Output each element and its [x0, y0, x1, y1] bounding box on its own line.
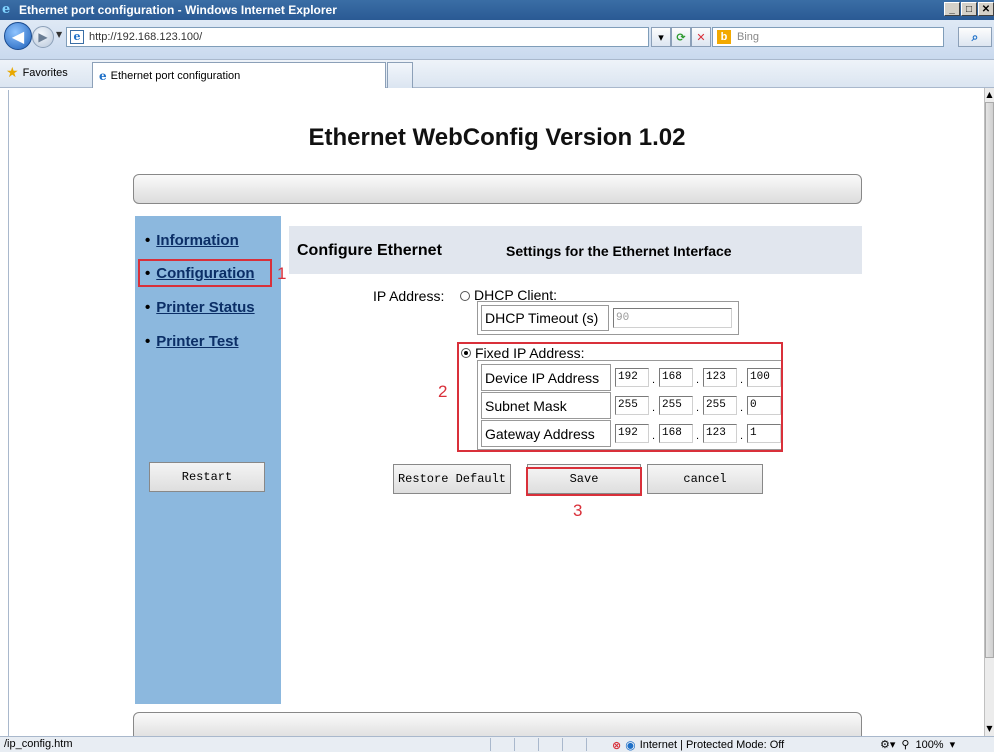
- dhcp-table: DHCP Timeout (s) 90: [477, 301, 739, 335]
- page-title: Ethernet WebConfig Version 1.02: [308, 124, 686, 151]
- sidebar-item-label: Printer Status: [156, 299, 255, 316]
- annotation-number-3: 3: [573, 501, 583, 520]
- bullet: •: [145, 232, 151, 249]
- scroll-up-icon[interactable]: ▲: [985, 90, 994, 100]
- favorites-bar: ★ Favorites e Ethernet port configuratio…: [0, 60, 994, 88]
- address-toolbar: ◀ ▶ ▼ e http://192.168.123.100/ ▾ ⟳ b Bi…: [0, 20, 994, 60]
- blocked-icon: ⊗: [612, 738, 622, 752]
- window-controls: _ □ ✕: [943, 2, 994, 16]
- status-pane: [490, 738, 512, 751]
- zoom-control[interactable]: ⚙▾ ⚲ 100% ▾: [880, 738, 961, 752]
- favorites-button[interactable]: ★ Favorites: [6, 65, 68, 81]
- search-input[interactable]: b Bing: [712, 27, 944, 47]
- bottom-band: [133, 712, 862, 736]
- close-button[interactable]: ✕: [978, 2, 994, 16]
- status-zone-label: Internet | Protected Mode: Off: [639, 739, 785, 751]
- search-button[interactable]: ⌕: [958, 27, 992, 47]
- restore-default-button[interactable]: Restore Default: [393, 464, 511, 494]
- stop-button[interactable]: ✕: [691, 27, 711, 47]
- status-pane: [562, 738, 584, 751]
- refresh-button[interactable]: ⟳: [671, 27, 691, 47]
- cancel-button[interactable]: cancel: [647, 464, 763, 494]
- address-value: http://192.168.123.100/: [89, 31, 203, 43]
- status-pane: [514, 738, 536, 751]
- zoom-dropdown-icon[interactable]: ▾: [950, 738, 956, 751]
- config-subtitle: Settings for the Ethernet Interface: [506, 243, 732, 259]
- config-header: Configure Ethernet Settings for the Ethe…: [289, 226, 862, 274]
- sidebar-item-label: Printer Test: [156, 333, 239, 350]
- top-band: [133, 174, 862, 204]
- address-input[interactable]: e http://192.168.123.100/: [66, 27, 649, 47]
- page-content: Ethernet WebConfig Version 1.02 • Informa…: [8, 90, 984, 736]
- vertical-scrollbar[interactable]: ▲ ▼: [984, 88, 994, 736]
- tab-active[interactable]: e Ethernet port configuration: [92, 62, 386, 88]
- status-bar: /ip_config.htm ⊗ ◉ Internet | Protected …: [0, 736, 994, 752]
- protected-mode-icon[interactable]: ⚙▾: [880, 738, 895, 751]
- sidebar-item-label: Information: [156, 232, 239, 249]
- minimize-button[interactable]: _: [944, 2, 960, 16]
- zoom-level: 100%: [915, 738, 944, 751]
- ip-address-label: IP Address:: [373, 288, 445, 304]
- annotation-box-1: [138, 259, 272, 287]
- bullet: •: [145, 333, 151, 350]
- security-zone[interactable]: ⊗ ◉ Internet | Protected Mode: Off: [612, 738, 784, 752]
- sidebar: • Information • Configuration • Printer Sta…: [135, 216, 281, 704]
- bullet: •: [145, 299, 151, 316]
- config-title: Configure Ethernet: [297, 242, 442, 259]
- dhcp-timeout-label: DHCP Timeout (s): [481, 305, 609, 331]
- page-icon: e: [70, 30, 84, 44]
- back-button[interactable]: ◀: [4, 22, 32, 50]
- tab-ie-icon: e: [99, 68, 107, 83]
- sidebar-item-printer-status[interactable]: • Printer Status: [145, 299, 255, 316]
- sidebar-item-printer-test[interactable]: • Printer Test: [145, 333, 239, 350]
- status-pane: [586, 738, 608, 751]
- status-pane: [538, 738, 560, 751]
- history-dropdown-icon[interactable]: ▼: [56, 30, 62, 39]
- window-titlebar: e Ethernet port configuration - Windows …: [0, 0, 994, 20]
- dhcp-timeout-input[interactable]: 90: [613, 308, 732, 328]
- status-panes: [490, 738, 610, 751]
- annotation-box-3: [526, 467, 642, 496]
- forward-button[interactable]: ▶: [32, 26, 54, 48]
- search-placeholder: Bing: [737, 31, 760, 43]
- annotation-number-2: 2: [438, 382, 448, 401]
- dhcp-radio[interactable]: [460, 291, 470, 301]
- star-icon: ★: [6, 65, 19, 81]
- restart-button[interactable]: Restart: [149, 462, 265, 492]
- new-tab-button[interactable]: [387, 62, 413, 88]
- favorites-label: Favorites: [22, 67, 68, 79]
- annotation-box-2: [457, 342, 783, 452]
- bing-icon: b: [717, 30, 731, 44]
- scroll-down-icon[interactable]: ▼: [985, 724, 994, 734]
- status-url: /ip_config.htm: [4, 738, 73, 750]
- zoom-icon: ⚲: [901, 739, 910, 751]
- scroll-thumb[interactable]: [985, 102, 994, 658]
- address-dropdown-button[interactable]: ▾: [651, 27, 671, 47]
- globe-icon: ◉: [625, 738, 636, 752]
- window-title: Ethernet port configuration - Windows In…: [19, 3, 337, 17]
- sidebar-item-information[interactable]: • Information: [145, 232, 239, 249]
- tab-title: Ethernet port configuration: [110, 69, 241, 82]
- maximize-button[interactable]: □: [961, 2, 977, 16]
- ie-logo-icon: e: [2, 2, 11, 17]
- annotation-number-1: 1: [277, 264, 287, 283]
